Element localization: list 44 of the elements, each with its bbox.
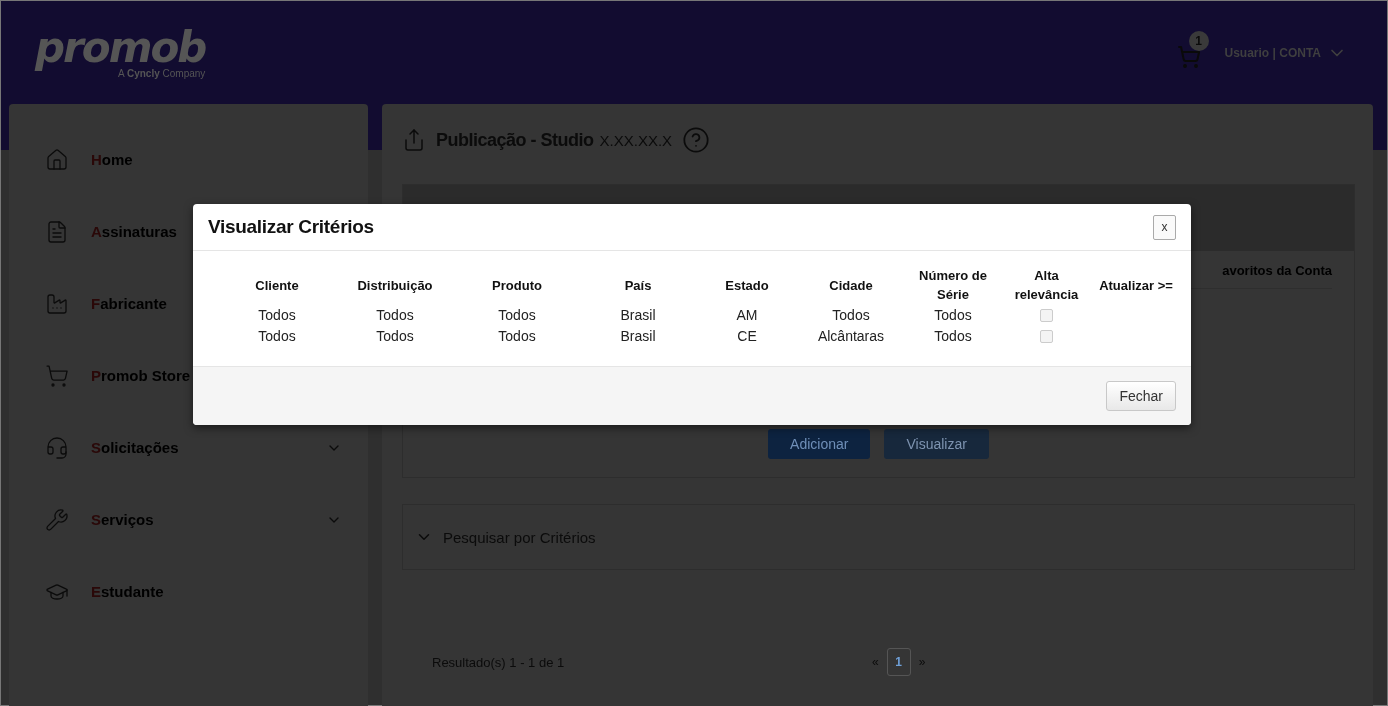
close-dialog-button[interactable]: Fechar [1106, 381, 1176, 411]
checkbox[interactable] [1040, 330, 1053, 344]
previous-page[interactable]: « [872, 655, 879, 669]
table-cell-text: Todos [375, 305, 415, 325]
column-header: Atualizar >= [1098, 276, 1174, 295]
column-header: Distribuição [356, 276, 434, 295]
table-cell-text: CE [736, 326, 758, 346]
table-cell-text: Todos [933, 305, 973, 325]
table-cell-text: Todos [497, 326, 537, 346]
logo[interactable]: promob [35, 26, 206, 70]
column-header: Cidade [828, 276, 874, 295]
house-icon [45, 147, 69, 172]
table-cell-text: Todos [933, 326, 973, 346]
factory-icon [45, 291, 69, 316]
table-cell-text: Todos [375, 326, 415, 346]
view-button[interactable]: Visualizar [884, 429, 989, 459]
table-cell-text: Todos [497, 305, 537, 325]
table-cell-text: Todos [257, 326, 297, 346]
checkbox[interactable] [1040, 309, 1053, 323]
share-icon[interactable] [402, 128, 426, 152]
close-button[interactable]: x [1153, 214, 1176, 240]
column-header: Alta relevância [1013, 267, 1080, 304]
modal-title: Visualizar Critérios [208, 216, 374, 238]
next-page[interactable]: » [918, 655, 926, 669]
table-cell-text: Todos [257, 305, 297, 325]
column-header: Número de Série [918, 267, 988, 304]
cart-icon[interactable] [1176, 44, 1201, 69]
wrench-icon [45, 507, 69, 532]
page-button[interactable]: 1 [886, 648, 911, 676]
column-header: Produto [491, 276, 543, 295]
column-header: Cliente [254, 276, 300, 295]
logo-tagline: A Cyncly Company [118, 68, 206, 79]
add-button[interactable]: Adicionar [768, 429, 871, 459]
cart-icon [45, 363, 69, 388]
headset-icon [45, 435, 69, 460]
column-header: Estado [724, 276, 770, 295]
column-header: País [623, 276, 653, 295]
document-icon [45, 219, 69, 244]
table-cell-text: Todos [831, 305, 871, 325]
table-cell-text: Brasil [619, 305, 657, 325]
table-cell-text: Brasil [619, 326, 657, 346]
table-cell-text: AM [735, 305, 759, 325]
table-cell-text: Alcântaras [816, 326, 886, 346]
help-icon[interactable] [682, 126, 711, 154]
